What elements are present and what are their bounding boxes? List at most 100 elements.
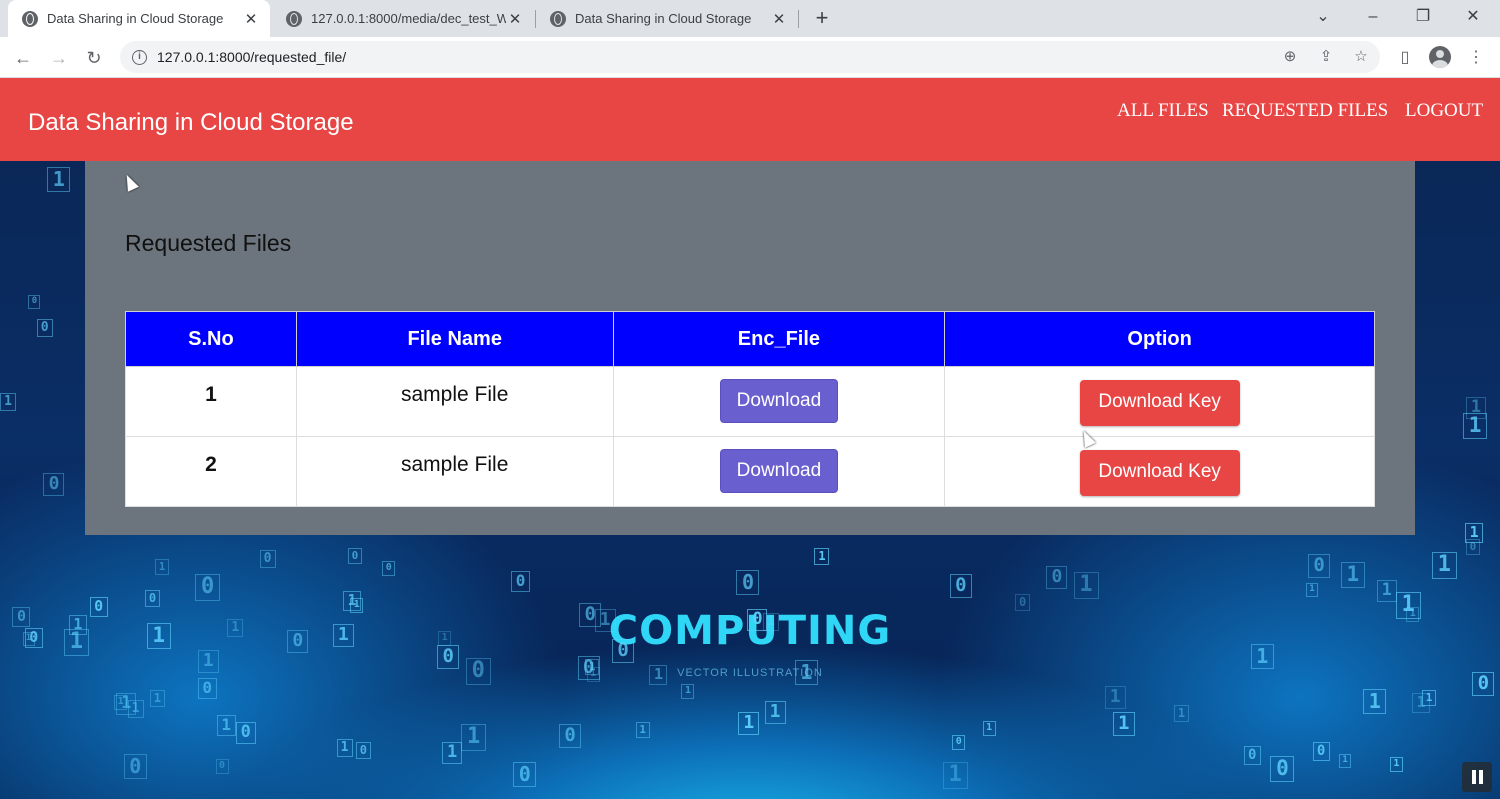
download-key-button[interactable]: Download Key — [1079, 380, 1240, 426]
info-icon[interactable]: i — [132, 49, 147, 65]
background-subline: VECTOR ILLUSTRATION — [677, 667, 823, 679]
close-icon[interactable]: ✕ — [242, 10, 260, 28]
table-header-row: S.No File Name Enc_File Option — [125, 311, 1375, 367]
binary-digit-glyph: 1 — [342, 590, 361, 611]
nav-link-all-files[interactable]: ALL FILES — [1117, 100, 1209, 122]
browser-tab-3[interactable]: Data Sharing in Cloud Storage ✕ — [536, 0, 798, 37]
binary-digit-glyph: 1 — [68, 614, 87, 635]
binary-digit-glyph: 1 — [1112, 712, 1135, 737]
forward-arrow-icon[interactable]: → — [46, 45, 72, 71]
binary-digit-glyph: 1 — [127, 699, 144, 718]
binary-digit-glyph: 1 — [764, 701, 786, 725]
menu-kebab-icon[interactable]: ⋮ — [1463, 45, 1489, 71]
cell-file-name: sample File — [295, 436, 614, 507]
binary-digit-glyph: 1 — [227, 618, 244, 637]
binary-digit-glyph: 0 — [235, 722, 256, 745]
binary-digit-glyph: 1 — [22, 632, 35, 647]
binary-digit-glyph: 1 — [942, 761, 968, 789]
binary-digit-glyph: 1 — [681, 683, 695, 699]
binary-digit-glyph: 1 — [216, 714, 236, 736]
binary-digit-glyph: 0 — [437, 644, 460, 669]
site-brand[interactable]: Data Sharing in Cloud Storage — [28, 109, 354, 137]
binary-digit-glyph: 1 — [1363, 688, 1387, 714]
binary-digit-glyph: 1 — [1463, 412, 1488, 439]
binary-digit-glyph: 1 — [197, 649, 219, 673]
binary-digit-glyph: 1 — [336, 739, 353, 758]
binary-digit-glyph: 0 — [612, 639, 635, 664]
url-text[interactable]: 127.0.0.1:8000/requested_file/ — [157, 49, 346, 65]
binary-digit-glyph: 0 — [952, 735, 966, 751]
content-panel: Requested Files S.No File Name Enc_File … — [85, 161, 1415, 535]
binary-digit-glyph: 0 — [195, 574, 221, 602]
cell-option: Download Key — [944, 366, 1375, 437]
binary-digit-glyph: 0 — [465, 658, 491, 686]
binary-digit-glyph: 1 — [332, 624, 354, 648]
browser-tab-1[interactable]: Data Sharing in Cloud Storage ✕ — [8, 0, 270, 37]
browser-tab-2[interactable]: 127.0.0.1:8000/media/dec_test_W ✕ — [272, 0, 534, 37]
column-header-option: Option — [944, 311, 1375, 367]
browser-tab-strip: Data Sharing in Cloud Storage ✕ 127.0.0.… — [0, 0, 1500, 37]
nav-link-logout[interactable]: LOGOUT — [1405, 100, 1483, 122]
side-panel-icon[interactable]: ▯ — [1392, 45, 1418, 71]
close-icon[interactable]: ✕ — [770, 10, 788, 28]
binary-digit-glyph: 0 — [736, 569, 760, 595]
binary-digit-glyph: 0 — [1312, 741, 1330, 761]
share-icon[interactable]: ⇪ — [1314, 45, 1338, 69]
minimize-icon[interactable]: – — [1358, 5, 1388, 29]
tab-search-icon[interactable]: ⌄ — [1308, 5, 1338, 29]
binary-digit-glyph: 0 — [1270, 755, 1295, 782]
binary-digit-glyph: 0 — [12, 607, 31, 628]
binary-digit-glyph: 0 — [382, 561, 396, 577]
binary-digit-glyph: 1 — [1340, 561, 1365, 588]
binary-digit-glyph: 1 — [794, 659, 818, 685]
browser-toolbar: ← → ↻ i 127.0.0.1:8000/requested_file/ ⊕… — [0, 37, 1500, 78]
close-icon[interactable]: ✕ — [506, 10, 524, 28]
cell-sno: 1 — [125, 366, 297, 437]
download-button[interactable]: Download — [719, 449, 838, 493]
window-close-icon[interactable]: ✕ — [1458, 5, 1488, 29]
cell-option: Download Key — [944, 436, 1375, 507]
bookmark-star-icon[interactable]: ☆ — [1349, 45, 1373, 69]
binary-digit-glyph: 1 — [1412, 693, 1430, 714]
back-arrow-icon[interactable]: ← — [10, 45, 36, 71]
binary-digit-glyph: 0 — [949, 574, 972, 598]
tab-title: 127.0.0.1:8000/media/dec_test_W — [311, 11, 506, 26]
cell-enc-file: Download — [612, 366, 946, 437]
binary-digit-glyph: 1 — [1339, 753, 1352, 768]
binary-digit-glyph: 0 — [513, 762, 537, 788]
cell-file-name: sample File — [295, 366, 614, 437]
profile-avatar-icon[interactable] — [1429, 46, 1451, 68]
binary-digit-glyph: 0 — [145, 590, 161, 608]
binary-digit-glyph: 1 — [635, 722, 650, 739]
binary-digit-glyph: 1 — [1406, 607, 1420, 623]
binary-digit-glyph: 0 — [36, 318, 53, 337]
new-tab-button[interactable]: + — [810, 5, 834, 31]
download-key-button[interactable]: Download Key — [1079, 450, 1240, 496]
binary-digit-glyph: 0 — [559, 723, 582, 748]
address-bar[interactable]: i 127.0.0.1:8000/requested_file/ ⊕ ⇪ ☆ — [120, 41, 1380, 73]
binary-digit-glyph: 0 — [123, 754, 147, 780]
binary-digit-glyph: 1 — [114, 694, 128, 710]
binary-digit-glyph: 1 — [649, 664, 668, 685]
cell-enc-file: Download — [612, 436, 946, 507]
download-button[interactable]: Download — [719, 379, 838, 423]
column-header-file-name: File Name — [295, 311, 614, 367]
binary-digit-glyph: 1 — [1073, 571, 1099, 599]
binary-digit-glyph: 1 — [1431, 551, 1457, 579]
binary-digit-glyph: 0 — [197, 677, 217, 699]
binary-digit-glyph: 1 — [1306, 583, 1318, 598]
binary-digit-glyph: 1 — [1376, 579, 1397, 602]
restore-icon[interactable]: ❐ — [1408, 5, 1438, 29]
binary-digit-glyph: 1 — [47, 167, 71, 193]
zoom-icon[interactable]: ⊕ — [1278, 45, 1302, 69]
binary-digit-glyph: 0 — [347, 548, 362, 565]
pause-icon[interactable] — [1462, 762, 1492, 792]
binary-digit-glyph: 0 — [355, 742, 371, 760]
nav-link-requested-files[interactable]: REQUESTED FILES — [1222, 100, 1388, 122]
binary-digit-glyph: 0 — [1465, 539, 1480, 556]
binary-digit-glyph: 0 — [1046, 566, 1068, 590]
binary-digit-glyph: 1 — [442, 742, 463, 765]
binary-digit-glyph: 0 — [259, 549, 276, 568]
reload-icon[interactable]: ↻ — [81, 45, 107, 71]
globe-icon — [550, 10, 566, 27]
